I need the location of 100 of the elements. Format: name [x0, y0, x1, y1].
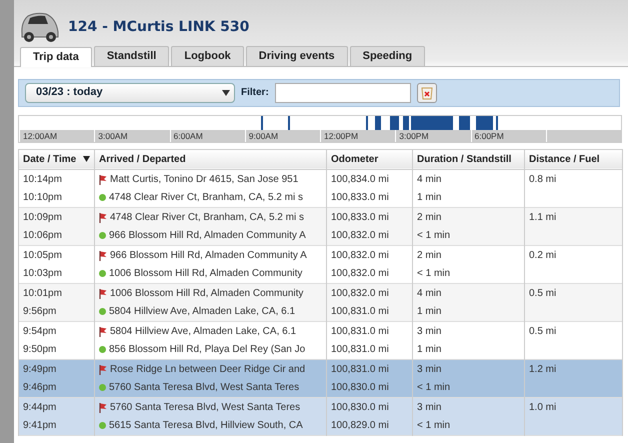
time-label: 9:00AM	[244, 130, 320, 142]
column-header[interactable]: Date / Time	[18, 149, 94, 169]
trip-row[interactable]: 9:49pm 9:46pm Rose Ridge Ln between Deer Ridge Cir and 5760 Santa Teresa Blvd, West Santa Teres 100,831.0 mi 100,830.0 mi 3 min < 1 min 1.2 mi	[18, 359, 622, 397]
table-cell-text: 3 min	[417, 324, 442, 338]
column-header[interactable]: Duration / Standstill	[412, 149, 524, 169]
table-cell-text: 0.5 mi	[529, 286, 556, 300]
table-cell-text: 0.8 mi	[529, 172, 556, 186]
time-label: 6:00PM	[470, 130, 546, 142]
trip-row[interactable]: 9:54pm 9:50pm 5804 Hillview Ave, Almaden Lake, CA, 6.1 856 Blossom Hill Rd, Playa Del Rey (San Jo 100,831.0 mi 100,831.0 mi 3 min 1 min 0.5 mi	[18, 321, 622, 359]
table-cell-text: 966 Blossom Hill Rd, Almaden Community A	[110, 248, 307, 262]
status-dot-icon	[99, 232, 106, 239]
table-cell-text: 3 min	[417, 400, 442, 414]
time-label: 12:00PM	[320, 130, 396, 142]
table-cell-text: 9:49pm	[23, 362, 56, 376]
trip-row[interactable]: 10:05pm 10:03pm 966 Blossom Hill Rd, Almaden Community A 1006 Blossom Hill Rd, Almaden Community 100,832.0 mi 100,832.0 mi 2 min < 1 min 0.2 mi	[18, 245, 622, 283]
table-cell-text: 9:46pm	[23, 380, 56, 394]
tab[interactable]: Standstill	[94, 46, 170, 66]
flag-icon	[99, 288, 107, 298]
table-cell-text: Rose Ridge Ln between Deer Ridge Cir and	[110, 362, 306, 376]
table-cell-text: 3 min	[417, 362, 442, 376]
table-cell-text: 9:44pm	[23, 400, 56, 414]
tab[interactable]: Speeding	[350, 46, 426, 66]
time-label: 3:00AM	[94, 130, 170, 142]
status-dot-icon	[99, 194, 106, 201]
date-dropdown[interactable]: 03/23 : today	[25, 82, 235, 102]
status-dot-icon	[99, 346, 106, 353]
table-cell-text: 100,832.0 mi	[331, 266, 389, 280]
filter-label: Filter:	[241, 86, 269, 100]
table-cell-text: 9:54pm	[23, 324, 56, 338]
flag-icon	[99, 174, 107, 184]
table-cell-text: 9:41pm	[23, 418, 56, 432]
table-cell-text: 856 Blossom Hill Rd, Playa Del Rey (San Jo	[109, 342, 306, 356]
table-cell-text: 1.1 mi	[529, 210, 556, 224]
flag-icon	[99, 250, 107, 260]
flag-icon	[99, 364, 107, 374]
table-cell-text: 4748 Clear River Ct, Branham, CA, 5.2 mi s	[109, 190, 303, 204]
status-dot-icon	[99, 270, 106, 277]
time-label: 12:00AM	[19, 130, 94, 142]
table-cell-text: 4748 Clear River Ct, Branham, CA, 5.2 mi s	[110, 210, 304, 224]
table-cell-text: 5760 Santa Teresa Blvd, West Santa Teres	[109, 380, 300, 394]
time-label: 6:00AM	[170, 130, 245, 142]
trip-row[interactable]: 9:44pm 9:41pm 5760 Santa Teresa Blvd, West Santa Teres 5615 Santa Teresa Blvd, Hillview South, CA 100,830.0 mi 100,829.0 mi 3 min < 1 min 1.0 mi	[18, 397, 622, 435]
column-header[interactable]: Distance / Fuel	[524, 149, 622, 169]
table-cell-text: 9:50pm	[23, 342, 56, 356]
table-cell-text: 5804 Hillview Ave, Almaden Lake, CA, 6.1	[109, 304, 296, 318]
table-cell-text: 10:01pm	[23, 286, 62, 300]
table-cell-text: 100,829.0 mi	[331, 418, 389, 432]
table-cell-text: 100,831.0 mi	[331, 362, 389, 376]
status-dot-icon	[99, 422, 106, 429]
trip-row[interactable]: 10:14pm 10:10pm Matt Curtis, Tonino Dr 4615, San Jose 951 4748 Clear River Ct, Branham, CA, 5.2 mi s 100,834.0 mi 100,833.0 mi 4 min 1 min 0.8 mi	[18, 169, 622, 207]
table-cell-text: 1 min	[417, 304, 442, 318]
filter-field[interactable]	[274, 82, 411, 102]
table-cell-text: 2 min	[417, 248, 442, 262]
table-cell-text: < 1 min	[417, 228, 450, 242]
time-label: 3:00PM	[395, 130, 470, 142]
table-cell-text: 1 min	[417, 342, 442, 356]
table-cell-text: 10:10pm	[23, 190, 62, 204]
status-dot-icon	[99, 308, 106, 315]
clear-icon	[420, 86, 433, 100]
table-cell-text: 100,834.0 mi	[331, 172, 389, 186]
table-cell-text: 5615 Santa Teresa Blvd, Hillview South, CA	[109, 418, 303, 432]
tab[interactable]: Driving events	[246, 46, 348, 66]
status-dot-icon	[99, 384, 106, 391]
caret-icon	[222, 90, 230, 96]
table-cell-text: < 1 min	[417, 266, 450, 280]
column-header[interactable]: Arrived / Departed	[94, 149, 326, 169]
table-cell-text: 1 min	[417, 190, 442, 204]
table-cell-text: 9:56pm	[23, 304, 56, 318]
table-cell-text: < 1 min	[417, 418, 450, 432]
table-cell-text: 0.2 mi	[529, 248, 556, 262]
table-cell-text: 5804 Hillview Ave, Almaden Lake, CA, 6.1	[110, 324, 296, 338]
tab[interactable]: Logbook	[171, 46, 244, 66]
trip-row[interactable]: 10:09pm 10:06pm 4748 Clear River Ct, Branham, CA, 5.2 mi s 966 Blossom Hill Rd, Almaden Community A 100,833.0 mi 100,832.0 mi 2 min < 1 min 1.1 mi	[18, 207, 622, 245]
table-cell-text: Matt Curtis, Tonino Dr 4615, San Jose 951	[110, 172, 298, 186]
trip-row[interactable]: 10:01pm 9:56pm 1006 Blossom Hill Rd, Almaden Community 5804 Hillview Ave, Almaden Lake, CA, 6.1 100,832.0 mi 100,831.0 mi 4 min 1 min 0.5 mi	[18, 283, 622, 321]
table-cell-text: 1006 Blossom Hill Rd, Almaden Community	[109, 266, 302, 280]
column-header[interactable]: Odometer	[326, 149, 412, 169]
vehicle-title: 124 - MCurtis LINK 530	[68, 18, 250, 36]
table-cell-text: 100,830.0 mi	[331, 400, 389, 414]
clear-filter-button[interactable]	[416, 82, 437, 102]
table-cell-text: 100,832.0 mi	[331, 248, 389, 262]
table-cell-text: 10:05pm	[23, 248, 62, 262]
tab[interactable]: Trip data	[20, 47, 92, 66]
table-cell-text: 1.0 mi	[529, 400, 556, 414]
table-cell-text: 0.5 mi	[529, 324, 556, 338]
table-cell-text: 100,831.0 mi	[331, 324, 389, 338]
flag-icon	[99, 212, 107, 222]
table-cell-text: 1.2 mi	[529, 362, 556, 376]
table-cell-text: 10:09pm	[23, 210, 62, 224]
table-cell-text: 4 min	[417, 286, 442, 300]
table-cell-text: 100,831.0 mi	[331, 304, 389, 318]
flag-icon	[99, 402, 107, 412]
table-cell-text: 100,830.0 mi	[331, 380, 389, 394]
table-cell-text: 100,833.0 mi	[331, 190, 389, 204]
table-cell-text: 100,832.0 mi	[331, 228, 389, 242]
table-cell-text: < 1 min	[417, 380, 450, 394]
table-cell-text: 100,832.0 mi	[331, 286, 389, 300]
table-cell-text: 1006 Blossom Hill Rd, Almaden Community	[110, 286, 304, 300]
flag-icon	[99, 326, 107, 336]
table-cell-text: 4 min	[417, 172, 442, 186]
